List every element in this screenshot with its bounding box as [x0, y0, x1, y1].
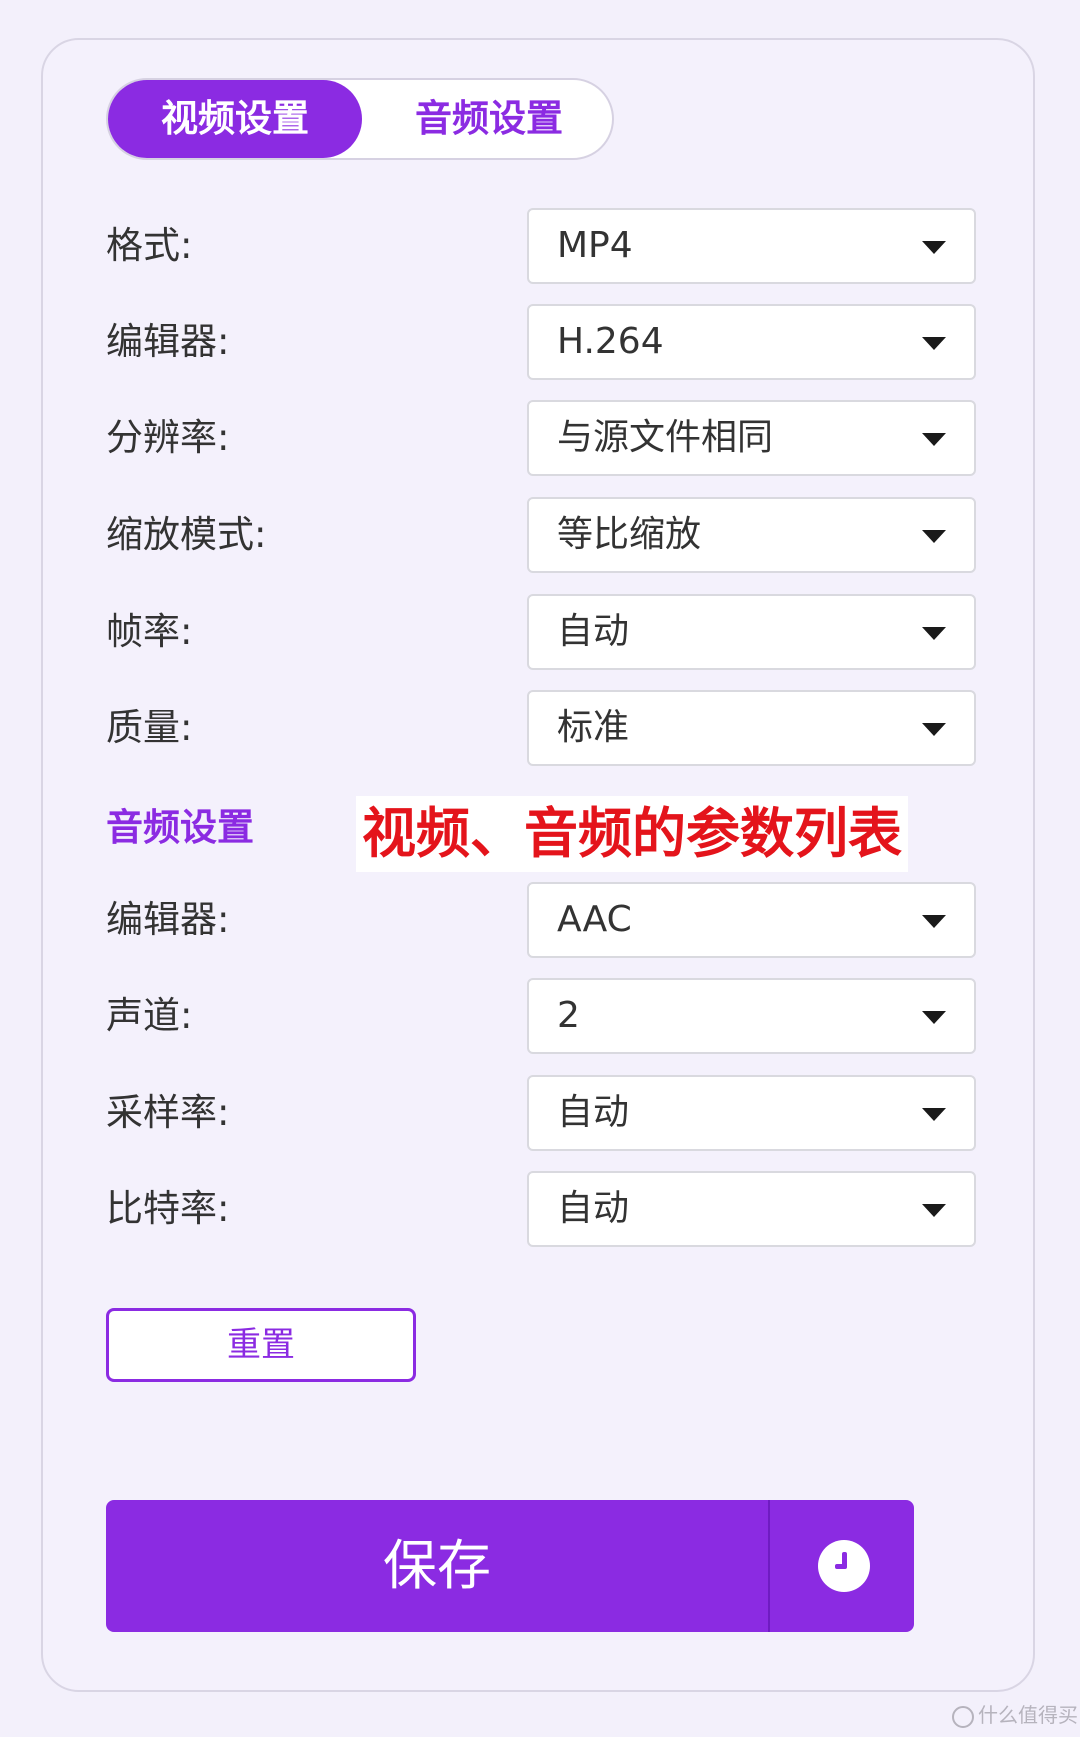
caret-down-icon [922, 530, 946, 543]
sample-rate-select[interactable]: 自动 [527, 1075, 976, 1151]
audio-section-title: 音频设置 [106, 806, 254, 849]
quality-value: 标准 [557, 707, 630, 748]
clock-icon [818, 1540, 870, 1592]
audio-encoder-value: AAC [557, 899, 632, 940]
caret-down-icon [922, 1011, 946, 1024]
tab-video-settings[interactable]: 视频设置 [108, 80, 362, 158]
audio-encoder-select[interactable]: AAC [527, 882, 976, 958]
resolution-value: 与源文件相同 [557, 417, 774, 458]
video-encoder-value: H.264 [557, 321, 664, 362]
bitrate-label: 比特率: [106, 1187, 230, 1230]
quality-select[interactable]: 标准 [527, 690, 976, 766]
bitrate-value: 自动 [557, 1188, 630, 1229]
caret-down-icon [922, 337, 946, 350]
caret-down-icon [922, 915, 946, 928]
video-encoder-select[interactable]: H.264 [527, 304, 976, 380]
caret-down-icon [922, 433, 946, 446]
save-button-group: 保存 [106, 1500, 914, 1632]
sample-rate-label: 采样率: [106, 1091, 230, 1134]
channels-value: 2 [557, 995, 580, 1036]
audio-encoder-label: 编辑器: [106, 898, 230, 941]
format-label: 格式: [106, 224, 193, 267]
schedule-save-button[interactable] [770, 1500, 914, 1632]
resolution-label: 分辨率: [106, 416, 230, 459]
watermark-text: 什么值得买 [978, 1703, 1078, 1727]
caret-down-icon [922, 627, 946, 640]
reset-button[interactable]: 重置 [106, 1308, 416, 1382]
format-value: MP4 [557, 225, 633, 266]
caret-down-icon [922, 723, 946, 736]
frame-rate-select[interactable]: 自动 [527, 594, 976, 670]
frame-rate-label: 帧率: [106, 610, 193, 653]
save-button[interactable]: 保存 [106, 1500, 768, 1632]
quality-label: 质量: [106, 706, 193, 749]
scale-mode-select[interactable]: 等比缩放 [527, 497, 976, 573]
scale-mode-value: 等比缩放 [557, 514, 702, 555]
watermark-logo-icon [952, 1705, 974, 1728]
caret-down-icon [922, 241, 946, 254]
watermark: 什么值得买 [952, 1700, 1078, 1730]
video-encoder-label: 编辑器: [106, 320, 230, 363]
channels-select[interactable]: 2 [527, 978, 976, 1054]
resolution-select[interactable]: 与源文件相同 [527, 400, 976, 476]
bitrate-select[interactable]: 自动 [527, 1171, 976, 1247]
tab-audio-settings[interactable]: 音频设置 [364, 80, 614, 158]
annotation-label: 视频、音频的参数列表 [356, 796, 908, 872]
settings-tabs: 视频设置 音频设置 [106, 78, 614, 160]
channels-label: 声道: [106, 994, 193, 1037]
frame-rate-value: 自动 [557, 611, 630, 652]
sample-rate-value: 自动 [557, 1092, 630, 1133]
caret-down-icon [922, 1108, 946, 1121]
caret-down-icon [922, 1204, 946, 1217]
scale-mode-label: 缩放模式: [106, 513, 267, 556]
format-select[interactable]: MP4 [527, 208, 976, 284]
